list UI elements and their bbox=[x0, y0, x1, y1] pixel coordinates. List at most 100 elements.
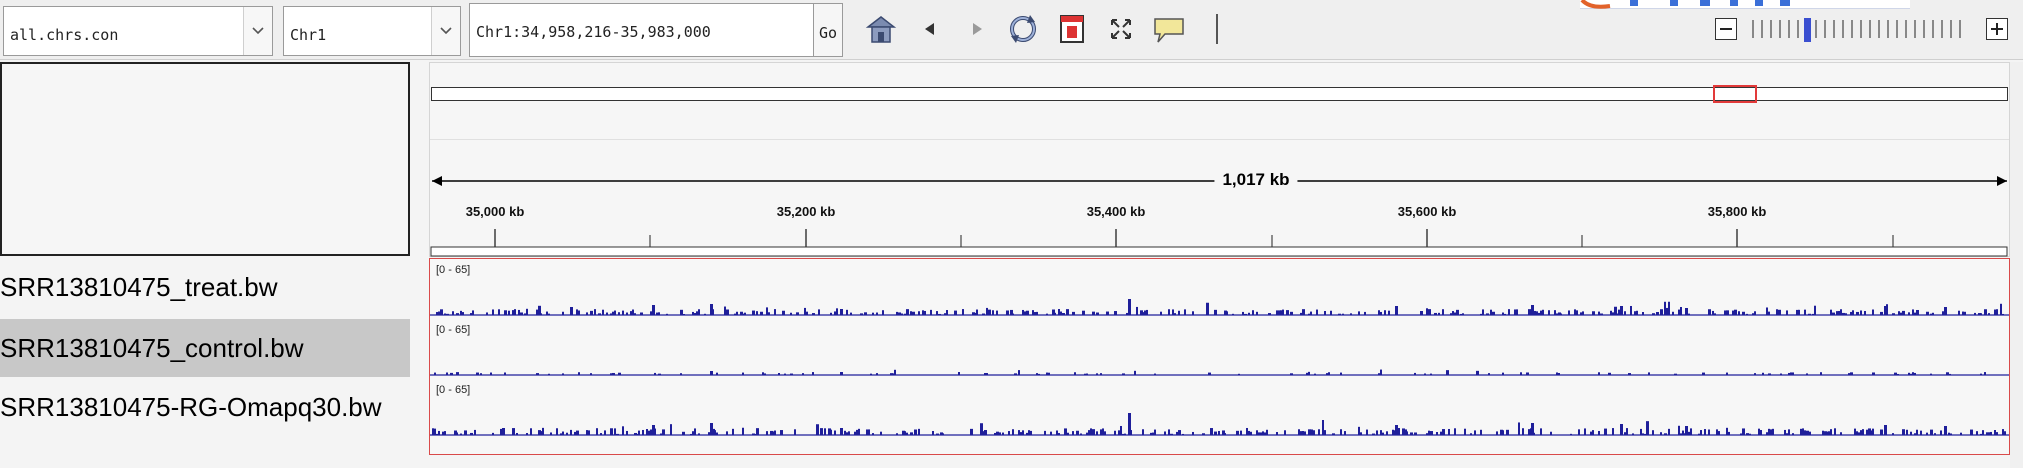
signal-bar bbox=[548, 373, 550, 375]
signal-bar bbox=[906, 309, 909, 315]
signal-peak bbox=[710, 423, 713, 435]
signal-bar bbox=[1096, 373, 1098, 375]
zoom-tick bbox=[1860, 20, 1862, 38]
genome-dropdown[interactable]: all.chrs.con bbox=[3, 6, 273, 56]
signal-bar bbox=[1134, 370, 1136, 375]
refresh-icon[interactable] bbox=[1006, 12, 1040, 46]
signal-bar bbox=[1942, 311, 1944, 315]
signal-bar bbox=[864, 312, 867, 315]
signal-bar bbox=[870, 373, 872, 375]
signal-bar bbox=[1276, 432, 1278, 435]
signal-bar bbox=[442, 431, 444, 435]
signal-peak bbox=[840, 372, 843, 375]
back-icon[interactable] bbox=[916, 16, 942, 42]
signal-bar bbox=[1420, 311, 1423, 315]
signal-bar bbox=[604, 430, 606, 435]
current-region-box[interactable] bbox=[1713, 85, 1757, 103]
signal-bar bbox=[998, 432, 1001, 435]
chromosome-ideogram[interactable] bbox=[431, 87, 2008, 101]
signal-bar bbox=[1582, 311, 1584, 315]
signal-bar bbox=[1154, 429, 1156, 435]
resize-icon[interactable] bbox=[1106, 14, 1136, 44]
signal-bar bbox=[1306, 372, 1308, 375]
track-name-control[interactable]: SRR13810475_control.bw bbox=[0, 319, 410, 377]
genome-dropdown-value: all.chrs.con bbox=[10, 26, 119, 44]
signal-bar bbox=[1358, 311, 1360, 315]
signal-bar bbox=[854, 431, 856, 435]
signal-bar bbox=[1502, 372, 1504, 375]
signal-bar bbox=[1626, 428, 1628, 435]
signal-bar bbox=[744, 312, 746, 315]
signal-bar bbox=[1892, 313, 1895, 315]
chromosome-dropdown[interactable]: Chr1 bbox=[283, 6, 461, 56]
signal-bar bbox=[768, 312, 770, 315]
signal-bar bbox=[1058, 309, 1060, 315]
chromosome-dropdown-arrow[interactable] bbox=[431, 7, 460, 55]
signal-bar bbox=[1206, 302, 1209, 315]
signal-bar bbox=[576, 309, 578, 315]
signal-bar bbox=[996, 310, 998, 315]
signal-bar bbox=[1958, 310, 1960, 315]
signal-bar bbox=[1668, 428, 1670, 435]
signal-bar bbox=[1174, 313, 1176, 315]
signal-bar bbox=[1866, 429, 1868, 435]
zoom-out-icon[interactable] bbox=[1715, 18, 1737, 40]
signal-bar bbox=[1380, 430, 1382, 435]
signal-bar bbox=[1048, 372, 1050, 375]
signal-bar bbox=[1442, 429, 1445, 435]
home-icon[interactable] bbox=[864, 12, 898, 46]
signal-bar bbox=[1226, 311, 1228, 315]
signal-bar bbox=[790, 373, 793, 375]
signal-bar bbox=[780, 430, 783, 435]
signal-bar bbox=[1980, 433, 1982, 435]
track-name-rg-omapq30[interactable]: SRR13810475-RG-Omapq30.bw bbox=[0, 378, 410, 436]
popup-info-icon[interactable] bbox=[1152, 14, 1186, 46]
signal-bar bbox=[638, 430, 640, 435]
signal-bar bbox=[1488, 373, 1490, 375]
signal-bar bbox=[612, 372, 615, 375]
track-name-treat[interactable]: SRR13810475_treat.bw bbox=[0, 258, 410, 316]
signal-bar bbox=[1740, 433, 1742, 435]
signal-bar bbox=[1732, 310, 1734, 315]
go-button[interactable]: Go bbox=[813, 3, 843, 57]
signal-bar bbox=[520, 312, 523, 315]
track-rg-omapq30[interactable]: [0 - 65] bbox=[430, 379, 2009, 439]
signal-bar bbox=[456, 313, 459, 315]
span-label: 1,017 kb bbox=[1214, 170, 1298, 190]
zoom-tick bbox=[1887, 20, 1889, 38]
signal-bar bbox=[1664, 301, 1666, 315]
track-treat[interactable]: [0 - 65] bbox=[430, 259, 2009, 319]
signal-bar bbox=[1376, 430, 1378, 435]
locus-input[interactable]: Chr1:34,958,216-35,983,000 bbox=[469, 3, 814, 57]
signal-bar bbox=[1340, 372, 1342, 375]
signal-bar bbox=[1542, 309, 1544, 315]
signal-bar bbox=[1536, 311, 1538, 315]
signal-bar bbox=[1520, 372, 1522, 375]
signal-bar bbox=[444, 313, 446, 315]
signal-bar bbox=[732, 428, 734, 435]
signal-bar bbox=[636, 433, 638, 435]
signal-bar bbox=[1548, 310, 1550, 315]
signal-bar bbox=[526, 308, 528, 315]
zoom-slider[interactable] bbox=[1748, 0, 1978, 60]
genome-dropdown-arrow[interactable] bbox=[243, 7, 272, 55]
signal-bar bbox=[1006, 310, 1009, 315]
signal-bar bbox=[802, 373, 804, 375]
signal-bar bbox=[622, 426, 624, 435]
signal-bar bbox=[1072, 431, 1074, 435]
signal-bar bbox=[1502, 312, 1504, 315]
signal-bar bbox=[1618, 309, 1620, 315]
region-of-interest-icon[interactable] bbox=[1056, 12, 1088, 46]
forward-icon[interactable] bbox=[965, 16, 991, 42]
signal-bar bbox=[550, 432, 552, 435]
track-control[interactable]: [0 - 65] bbox=[430, 319, 2009, 379]
zoom-in-icon[interactable] bbox=[1986, 18, 2008, 40]
signal-bar bbox=[1314, 373, 1316, 375]
signal-bar bbox=[754, 433, 756, 435]
signal-bar bbox=[1056, 430, 1058, 435]
signal-peak bbox=[1531, 305, 1534, 315]
signal-bar bbox=[1024, 311, 1026, 315]
signal-bar bbox=[1872, 309, 1874, 315]
signal-bar bbox=[578, 310, 580, 315]
signal-bar bbox=[2002, 429, 2004, 435]
